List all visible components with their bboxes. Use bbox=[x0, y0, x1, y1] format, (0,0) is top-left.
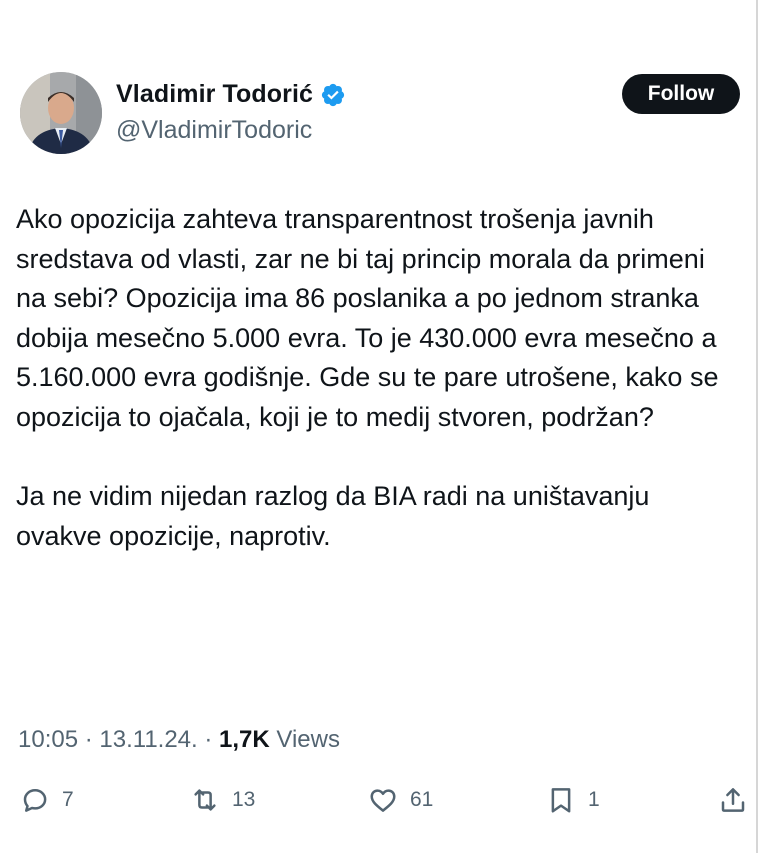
repost-icon bbox=[194, 789, 216, 811]
meta-separator: · bbox=[78, 726, 100, 753]
display-name[interactable]: Vladimir Todorić bbox=[116, 80, 313, 109]
like-button[interactable]: 61 bbox=[368, 785, 433, 815]
tweet-date[interactable]: 13.11.24. bbox=[99, 726, 197, 753]
tweet-meta: 10:05 · 13.11.24. · 1,7K Views bbox=[18, 726, 340, 754]
bookmark-button[interactable]: 1 bbox=[546, 785, 600, 815]
reply-count: 7 bbox=[62, 788, 74, 811]
like-count: 61 bbox=[410, 788, 434, 811]
views-count: 1,7K bbox=[219, 726, 270, 753]
avatar[interactable] bbox=[20, 72, 102, 154]
views-label: Views bbox=[269, 726, 340, 753]
tweet-text: Ako opozicija zahteva transparentnost tr… bbox=[16, 200, 736, 556]
repost-count: 13 bbox=[232, 788, 256, 811]
share-icon bbox=[721, 788, 745, 812]
tweet-paragraph-2: Ja ne vidim nijedan razlog da BIA radi n… bbox=[16, 481, 650, 551]
meta-separator: · bbox=[197, 726, 220, 753]
avatar-photo bbox=[20, 72, 102, 154]
action-bar: 7 13 61 1 bbox=[0, 785, 770, 825]
heart-icon bbox=[370, 789, 396, 812]
share-button[interactable] bbox=[718, 785, 748, 815]
handle[interactable]: @VladimirTodoric bbox=[116, 116, 312, 145]
reply-button[interactable]: 7 bbox=[20, 785, 74, 815]
reply-icon bbox=[23, 789, 47, 812]
page-edge-border bbox=[756, 0, 758, 853]
tweet-time[interactable]: 10:05 bbox=[18, 726, 78, 753]
tweet-header: Vladimir Todorić @VladimirTodoric Follow bbox=[20, 70, 740, 156]
bookmark-count: 1 bbox=[588, 788, 600, 811]
repost-button[interactable]: 13 bbox=[190, 785, 255, 815]
tweet-paragraph-1: Ako opozicija zahteva transparentnost tr… bbox=[16, 204, 719, 432]
verified-badge-icon bbox=[321, 83, 345, 106]
follow-button[interactable]: Follow bbox=[622, 74, 740, 114]
bookmark-icon bbox=[551, 788, 571, 813]
